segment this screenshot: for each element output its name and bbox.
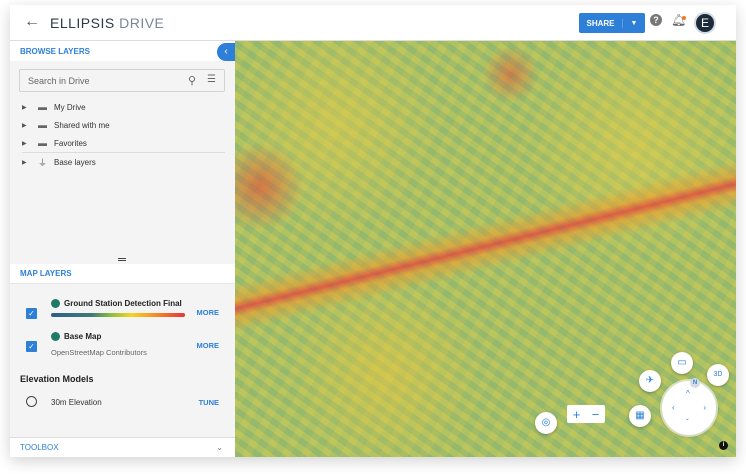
tree-item-base-layers[interactable]: ▶ ⏚ Base layers <box>10 153 235 171</box>
zoom-control: + − <box>567 405 605 423</box>
elevation-name: 30m Elevation <box>51 398 102 407</box>
map-canvas[interactable]: ◎ + − ▦ ✈ ▭ 3D ^ ‹ › ˇ N i <box>235 41 736 457</box>
locate-button[interactable]: ◎ <box>535 412 557 434</box>
search-icon[interactable]: ⚲ <box>188 74 196 87</box>
tree-item-favorites[interactable]: ▶ ▬ Favorites <box>10 134 235 152</box>
layer-name: Base Map <box>64 332 102 341</box>
north-indicator[interactable]: N <box>690 378 700 388</box>
caret-right-icon[interactable]: ▶ <box>22 140 32 147</box>
share-label: SHARE <box>579 18 623 28</box>
zoom-in-button[interactable]: + <box>573 407 581 422</box>
logo: ELLIPSIS DRIVE <box>50 15 164 31</box>
pan-right-icon[interactable]: › <box>703 403 706 412</box>
color-legend-bar <box>51 313 185 317</box>
3d-toggle-button[interactable]: 3D <box>707 364 729 386</box>
share-dropdown-icon[interactable]: ▼ <box>623 20 645 27</box>
logo-sub: DRIVE <box>114 15 165 31</box>
search-input[interactable]: Search in Drive ⚲ ☰ <box>19 69 225 92</box>
flight-button[interactable]: ✈ <box>639 370 661 392</box>
grid-button[interactable]: ▦ <box>629 405 651 427</box>
caret-right-icon[interactable]: ▶ <box>22 159 32 166</box>
help-icon[interactable]: ? <box>650 14 662 26</box>
elevation-heading: Elevation Models <box>20 374 94 384</box>
logo-main: ELLIPSIS <box>50 15 115 31</box>
left-panel: BROWSE LAYERS Search in Drive ⚲ ☰ ▶ ▬ My D… <box>10 41 235 457</box>
back-arrow-icon[interactable]: ← <box>24 13 40 31</box>
caret-right-icon[interactable]: ▶ <box>22 122 32 129</box>
caret-right-icon[interactable]: ▶ <box>22 104 32 111</box>
layer-type-icon <box>51 332 60 342</box>
folder-icon: ▬ <box>38 102 47 112</box>
layer-name: Ground Station Detection Final <box>64 299 182 308</box>
map-layers-header[interactable]: MAP LAYERS <box>10 264 235 284</box>
notification-dot <box>682 16 686 20</box>
app-window: ← ELLIPSIS DRIVE SHARE ▼ ? 🔔︎ E BROWSE LA… <box>10 5 736 457</box>
zoom-out-button[interactable]: − <box>592 407 600 422</box>
toolbox-header[interactable]: TOOLBOX ⌄ <box>10 437 235 457</box>
compass-pan-control[interactable]: ^ ‹ › ˇ <box>662 381 716 435</box>
more-button[interactable]: MORE <box>197 308 220 317</box>
resize-handle[interactable] <box>118 258 126 261</box>
more-button[interactable]: MORE <box>197 341 220 350</box>
pan-left-icon[interactable]: ‹ <box>672 403 675 412</box>
elevation-radio[interactable] <box>26 396 37 407</box>
pan-up-icon[interactable]: ^ <box>686 389 690 398</box>
layer-checkbox[interactable]: ✓ <box>26 341 37 352</box>
pan-down-icon[interactable]: ˇ <box>686 418 689 427</box>
filter-settings-icon[interactable]: ☰ <box>207 74 216 85</box>
shared-folder-icon: ▬ <box>38 120 47 130</box>
measure-ruler-button[interactable]: ▭ <box>671 352 693 374</box>
layer-type-icon <box>51 299 60 309</box>
avatar[interactable]: E <box>694 12 716 34</box>
chevron-down-icon[interactable]: ⌄ <box>216 443 223 452</box>
tune-button[interactable]: TUNE <box>199 398 219 407</box>
toolbox-title: TOOLBOX <box>20 443 59 452</box>
tree-label: Base layers <box>54 157 96 167</box>
tree-label: Shared with me <box>54 120 110 130</box>
search-placeholder: Search in Drive <box>28 76 90 86</box>
star-folder-icon: ▬ <box>38 138 47 148</box>
layer-subtitle: OpenStreetMap Contributors <box>51 348 147 357</box>
tree-item-my-drive[interactable]: ▶ ▬ My Drive <box>10 98 235 116</box>
tree-item-shared[interactable]: ▶ ▬ Shared with me <box>10 116 235 134</box>
share-button[interactable]: SHARE ▼ <box>579 13 645 33</box>
layer-checkbox[interactable]: ✓ <box>26 308 37 319</box>
info-icon[interactable]: i <box>719 441 728 450</box>
top-bar: ← ELLIPSIS DRIVE SHARE ▼ ? 🔔︎ E <box>10 5 736 41</box>
collapse-panel-button[interactable]: ‹ <box>217 43 235 61</box>
browse-layers-header[interactable]: BROWSE LAYERS <box>10 41 235 61</box>
tree-label: My Drive <box>54 102 86 112</box>
tree-label: Favorites <box>54 138 87 148</box>
plug-icon: ⏚ <box>38 157 48 168</box>
